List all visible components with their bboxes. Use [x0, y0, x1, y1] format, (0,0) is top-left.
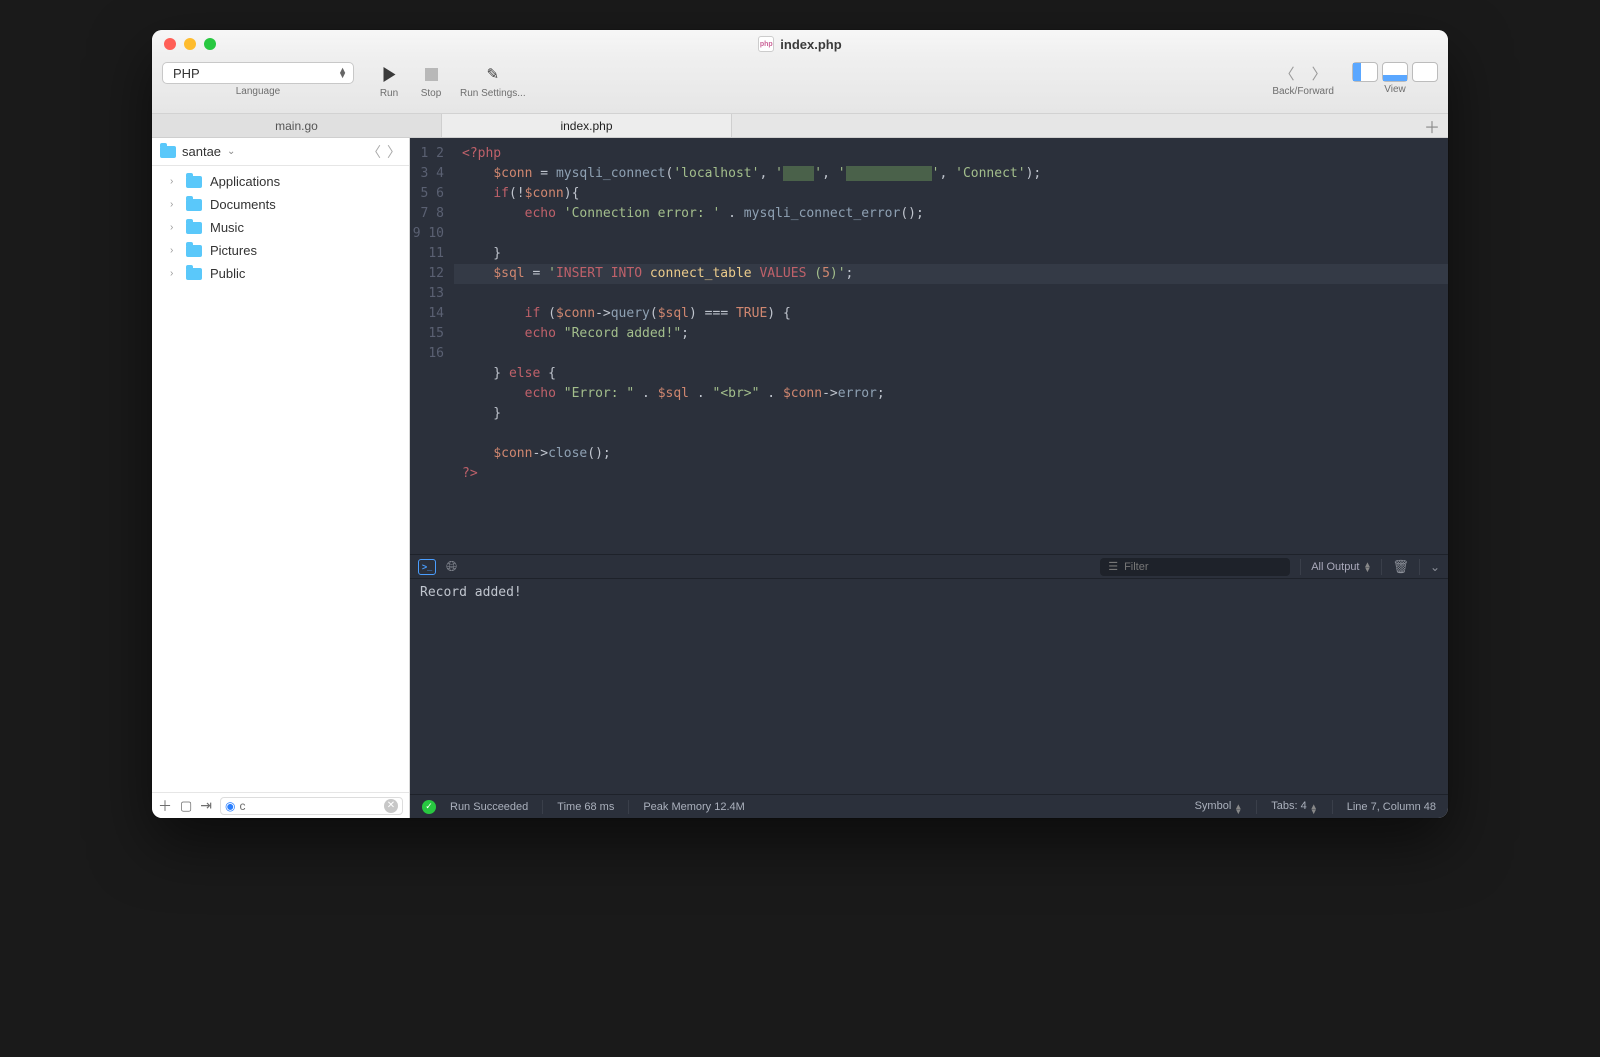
- output-mode-select[interactable]: All Output ▲▼: [1311, 561, 1371, 573]
- language-value: PHP: [173, 66, 200, 81]
- close-button[interactable]: [164, 38, 176, 50]
- language-label: Language: [236, 86, 281, 97]
- language-select[interactable]: PHP ▲▼: [162, 62, 354, 84]
- console-filter[interactable]: ☰ Filter: [1100, 558, 1290, 576]
- tab-index-php[interactable]: index.php: [442, 114, 732, 137]
- new-tab-button[interactable]: ＋: [1424, 114, 1440, 138]
- view-plain-button[interactable]: [1412, 62, 1438, 82]
- disclosure-icon: ›: [170, 245, 178, 256]
- console-panel: >_ 🌐︎ ☰ Filter All Output ▲▼ 🗑 ⌄: [410, 554, 1448, 794]
- run-label: Run: [380, 88, 398, 99]
- disclosure-icon: ›: [170, 222, 178, 233]
- body: santae ⌄ 〈 〉 ›Applications ›Documents ›M…: [152, 138, 1448, 818]
- list-item[interactable]: ›Pictures: [152, 239, 409, 262]
- filter-placeholder: Filter: [1124, 561, 1148, 573]
- success-icon: ✓: [422, 800, 436, 814]
- folder-icon: [186, 268, 202, 280]
- view-console-button[interactable]: [1382, 62, 1408, 82]
- titlebar: php index.php: [152, 30, 1448, 58]
- clear-console-button[interactable]: 🗑: [1392, 559, 1409, 575]
- back-forward-label: Back/Forward: [1272, 86, 1334, 97]
- symbol-select[interactable]: Symbol ▲▼: [1195, 800, 1243, 814]
- app-window: php index.php PHP ▲▼ Language Run Stop: [152, 30, 1448, 818]
- search-value: c: [240, 799, 246, 813]
- view-sidebar-button[interactable]: [1352, 62, 1378, 82]
- cursor-position: Line 7, Column 48: [1347, 801, 1436, 813]
- view-label: View: [1384, 84, 1406, 95]
- wrench-icon: ✎: [487, 65, 500, 83]
- chevron-down-icon[interactable]: ⌄: [227, 146, 235, 157]
- folder-icon: [186, 222, 202, 234]
- filter-icon: ☰: [1108, 560, 1118, 573]
- window-controls: [164, 38, 216, 50]
- select-arrows-icon: ▲▼: [338, 68, 347, 78]
- file-list: ›Applications ›Documents ›Music ›Picture…: [152, 166, 409, 792]
- sidebar-search[interactable]: ◉ c ✕: [220, 797, 403, 815]
- expand-console-button[interactable]: ⌄: [1430, 560, 1440, 574]
- toolbar: PHP ▲▼ Language Run Stop ✎ Run Settings.…: [152, 58, 1448, 114]
- select-arrows-icon: ▲▼: [1364, 562, 1372, 572]
- crumb-back-button[interactable]: 〈: [367, 142, 381, 162]
- breadcrumb-text[interactable]: santae: [182, 144, 221, 159]
- disclosure-icon: ›: [170, 176, 178, 187]
- sidebar: santae ⌄ 〈 〉 ›Applications ›Documents ›M…: [152, 138, 410, 818]
- view-buttons: [1352, 62, 1438, 82]
- back-button[interactable]: 〈: [1273, 62, 1301, 84]
- breadcrumb-nav: 〈 〉: [367, 142, 401, 162]
- sidebar-footer: ＋ ▢ ⇥ ◉ c ✕: [152, 792, 409, 818]
- add-button[interactable]: ＋: [158, 796, 172, 816]
- status-time: Time 68 ms: [557, 801, 614, 813]
- back-forward-group: 〈 〉: [1273, 62, 1333, 84]
- console-output-text: Record added!: [420, 585, 522, 600]
- list-item[interactable]: ›Music: [152, 216, 409, 239]
- folder-icon: [186, 245, 202, 257]
- window-title: php index.php: [152, 36, 1448, 52]
- main: 1 2 3 4 5 6 7 8 9 10 11 12 13 14 15 16 <…: [410, 138, 1448, 818]
- tab-bar: main.go index.php ＋: [152, 114, 1448, 138]
- folder-icon: [160, 146, 176, 158]
- line-gutter: 1 2 3 4 5 6 7 8 9 10 11 12 13 14 15 16: [410, 138, 454, 554]
- list-item[interactable]: ›Public: [152, 262, 409, 285]
- tab-main-go[interactable]: main.go: [152, 114, 442, 137]
- action-button[interactable]: ⇥: [200, 797, 212, 814]
- stop-label: Stop: [421, 88, 442, 99]
- php-file-icon: php: [758, 36, 774, 52]
- code-content[interactable]: <?php $conn = mysqli_connect('localhost'…: [454, 138, 1448, 554]
- console-icon[interactable]: >_: [418, 559, 436, 575]
- crumb-forward-button[interactable]: 〉: [387, 142, 401, 162]
- run-settings-label: Run Settings...: [460, 88, 526, 99]
- run-settings-button[interactable]: ✎: [483, 62, 504, 86]
- list-item[interactable]: ›Applications: [152, 170, 409, 193]
- tabs-select[interactable]: Tabs: 4 ▲▼: [1271, 800, 1317, 814]
- forward-button[interactable]: 〉: [1305, 62, 1333, 84]
- console-output[interactable]: Record added!: [410, 579, 1448, 794]
- run-button[interactable]: [372, 62, 406, 86]
- web-icon[interactable]: 🌐︎: [446, 558, 457, 575]
- console-toolbar: >_ 🌐︎ ☰ Filter All Output ▲▼ 🗑 ⌄: [410, 555, 1448, 579]
- window-title-text: index.php: [780, 37, 841, 52]
- status-memory: Peak Memory 12.4M: [643, 801, 744, 813]
- status-bar: ✓ Run Succeeded Time 68 ms Peak Memory 1…: [410, 794, 1448, 818]
- disclosure-icon: ›: [170, 268, 178, 279]
- run-status: Run Succeeded: [450, 801, 528, 813]
- disclosure-icon: ›: [170, 199, 178, 210]
- clear-search-button[interactable]: ✕: [384, 799, 398, 813]
- tab-rest: ＋: [732, 114, 1448, 137]
- folder-icon: [186, 199, 202, 211]
- code-editor[interactable]: 1 2 3 4 5 6 7 8 9 10 11 12 13 14 15 16 <…: [410, 138, 1448, 554]
- stop-button[interactable]: [414, 62, 448, 86]
- minimize-button[interactable]: [184, 38, 196, 50]
- maximize-button[interactable]: [204, 38, 216, 50]
- search-icon: ◉: [225, 799, 235, 813]
- list-item[interactable]: ›Documents: [152, 193, 409, 216]
- folder-icon: [186, 176, 202, 188]
- breadcrumb: santae ⌄ 〈 〉: [152, 138, 409, 166]
- new-folder-button[interactable]: ▢: [180, 798, 192, 814]
